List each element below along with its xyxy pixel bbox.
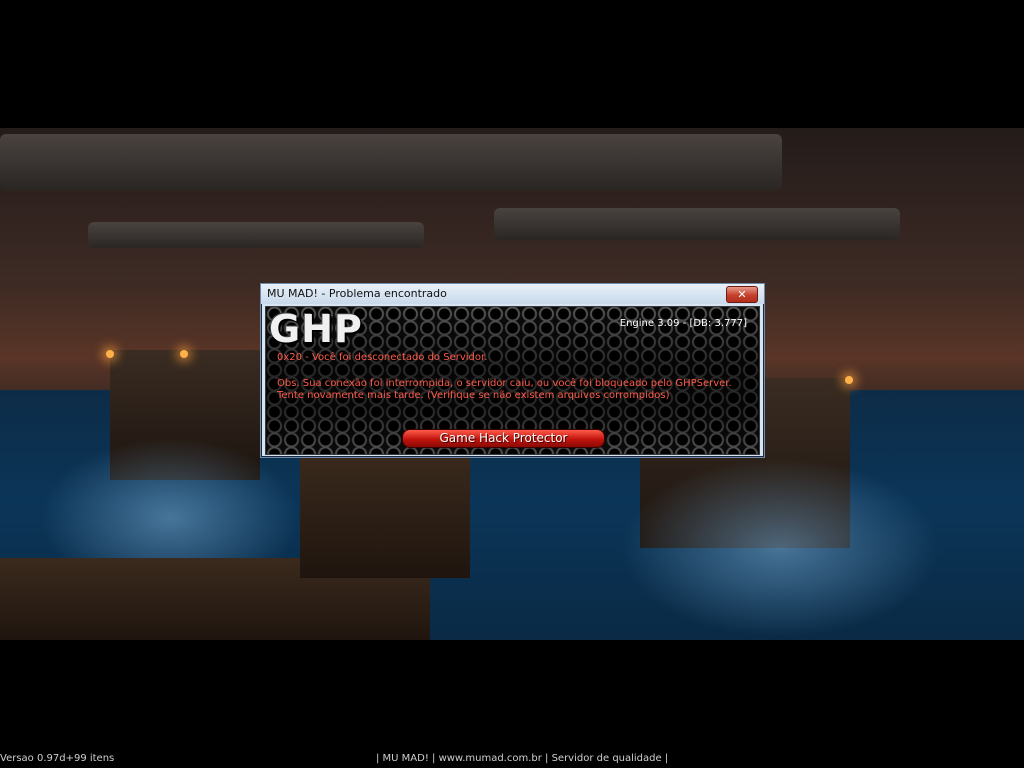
dialog-content: GHP Engine 3.09 - [DB: 3.777] 0x20 - Voc…: [265, 306, 760, 455]
server-footer: | MU MAD! | www.mumad.com.br | Servidor …: [376, 753, 669, 764]
game-hack-protector-button[interactable]: Game Hack Protector: [402, 429, 605, 448]
error-dialog: MU MAD! - Problema encontrado ✕ GHP Engi…: [260, 283, 765, 458]
close-button[interactable]: ✕: [726, 286, 758, 303]
version-label: Versao 0.97d+99 itens: [0, 753, 115, 764]
ship-wake: [620, 458, 940, 638]
ship-sail: [494, 208, 900, 240]
lantern: [845, 376, 853, 384]
note-line-1: Obs. Sua conexão foi interrompida, o ser…: [277, 378, 732, 389]
ship-sail: [88, 222, 424, 248]
dialog-titlebar[interactable]: MU MAD! - Problema encontrado ✕: [261, 284, 764, 304]
dialog-title: MU MAD! - Problema encontrado: [267, 287, 447, 300]
note-line-2: Tente novamente mais tarde. (Verifique s…: [277, 390, 670, 401]
ship-sail: [0, 134, 782, 190]
ghp-logo: GHP: [269, 307, 363, 351]
error-message: 0x20 - Você foi desconectado do Servidor…: [277, 352, 488, 363]
lantern: [106, 350, 114, 358]
lantern: [180, 350, 188, 358]
engine-version: Engine 3.09 - [DB: 3.777]: [619, 318, 747, 329]
ship-deck: [300, 448, 470, 578]
